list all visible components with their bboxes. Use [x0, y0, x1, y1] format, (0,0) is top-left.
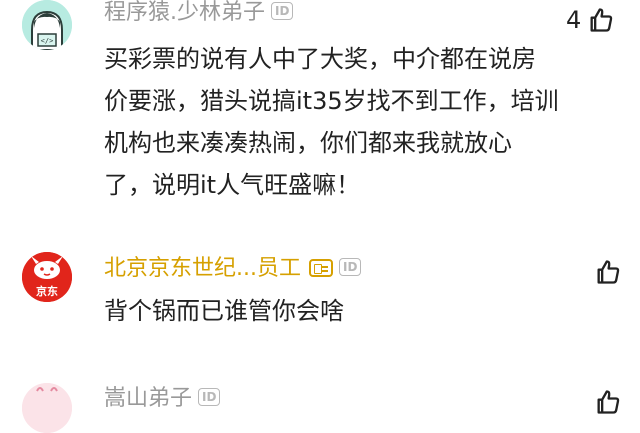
- svg-text:</>: </>: [41, 37, 54, 45]
- like-count: 4: [566, 6, 582, 34]
- comment-line: 买彩票的说有人中了大奖，中介都在说房: [104, 45, 536, 73]
- username[interactable]: 北京京东世纪...员工 ID: [104, 254, 362, 284]
- thumbs-up-icon: [590, 8, 613, 32]
- comment-line: 了，说明it人气旺盛嘛！: [104, 171, 361, 199]
- user-avatar[interactable]: </>: [22, 0, 72, 50]
- jd-logo-icon: 京东: [22, 252, 72, 302]
- pink-avatar-icon: [22, 383, 72, 433]
- id-badge: ID: [338, 258, 362, 276]
- thumbs-up-icon: [597, 260, 620, 284]
- thumbs-up-icon: [597, 390, 620, 414]
- id-badge: ID: [198, 388, 221, 406]
- like-button[interactable]: 4: [566, 6, 615, 34]
- comment-text: 背个锅而已谁管你会啥: [104, 290, 574, 332]
- user-avatar[interactable]: 京东: [22, 252, 72, 302]
- username-text[interactable]: 嵩山弟子: [104, 386, 192, 411]
- comment-text: 买彩票的说有人中了大奖，中介都在说房 价要涨，猎头说搞it35岁找不到工作，培训…: [104, 38, 574, 206]
- avatar-text: 京东: [36, 284, 58, 298]
- user-avatar[interactable]: [22, 383, 72, 433]
- username[interactable]: 嵩山弟子 ID: [104, 384, 221, 414]
- comment-line: 背个锅而已谁管你会啥: [104, 297, 344, 325]
- username-text[interactable]: 程序猿.少林弟子: [104, 0, 265, 25]
- like-button[interactable]: [588, 258, 622, 286]
- username[interactable]: 程序猿.少林弟子 ID: [104, 0, 294, 28]
- verified-employee-icon: [308, 259, 333, 277]
- programmer-avatar-icon: </>: [22, 0, 72, 50]
- comment-line: 机构也来凑凑热闹，你们都来我就放心: [104, 129, 512, 157]
- like-button[interactable]: [588, 388, 622, 416]
- username-text[interactable]: 北京京东世纪...员工: [104, 256, 301, 281]
- id-badge: ID: [271, 2, 294, 20]
- comment-line: 价要涨，猎头说搞it35岁找不到工作，培训: [104, 87, 559, 115]
